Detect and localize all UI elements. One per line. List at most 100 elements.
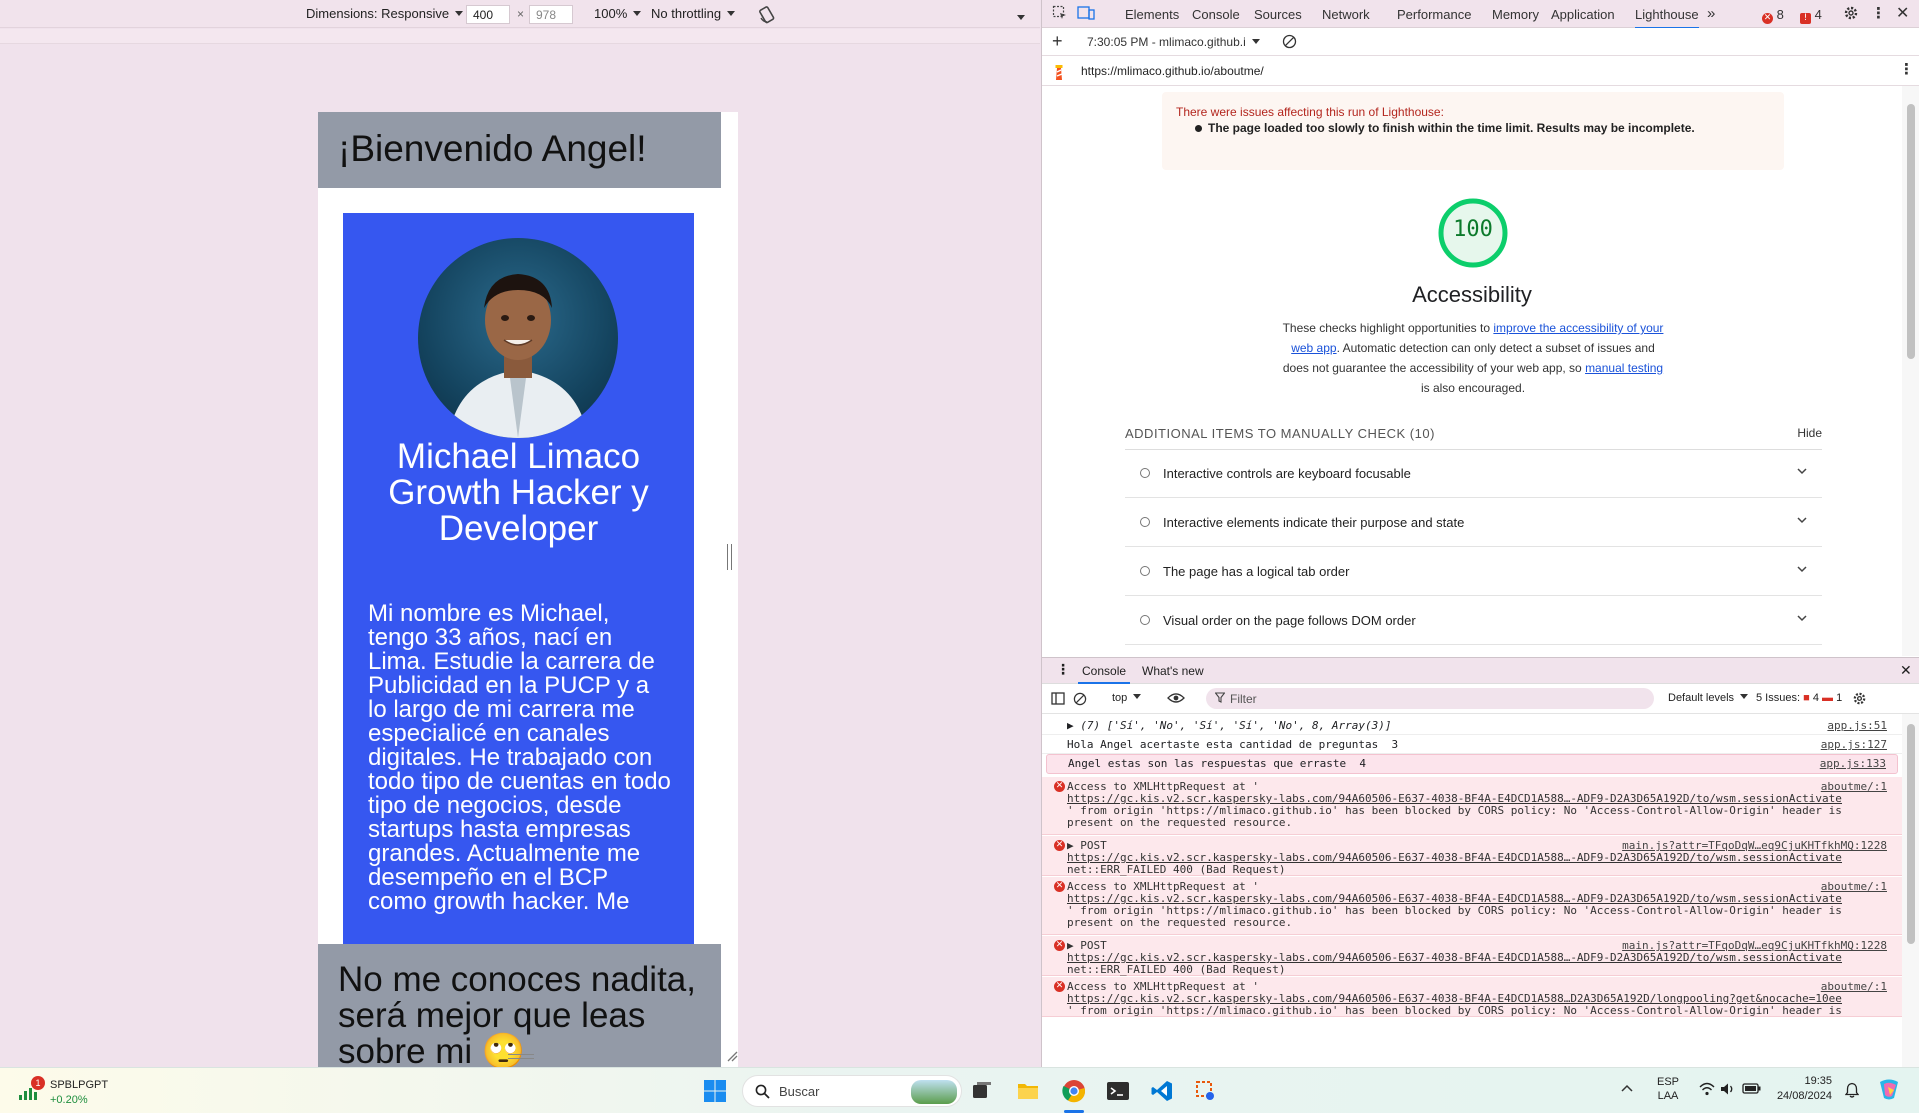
message-source-link[interactable]: app.js:127: [1821, 738, 1887, 752]
message-source-link[interactable]: aboutme/:1: [1821, 780, 1887, 794]
tab-application[interactable]: Application: [1551, 7, 1615, 22]
message-source-link[interactable]: aboutme/:1: [1821, 880, 1887, 894]
throttling-dropdown[interactable]: No throttling: [651, 6, 736, 21]
resize-handle-right[interactable]: [727, 544, 732, 570]
console-error[interactable]: ✕ Access to XMLHttpRequest at ' https://…: [1042, 877, 1902, 935]
console-scrollbar[interactable]: [1902, 714, 1919, 1068]
new-report-icon[interactable]: +: [1052, 31, 1063, 52]
console-message[interactable]: ▶ (7) ['Sí', 'No', 'Sí', 'Sí', 'No', 8, …: [1042, 717, 1902, 735]
clear-reports-icon[interactable]: [1282, 34, 1297, 49]
tab-elements[interactable]: Elements: [1125, 7, 1179, 22]
rotate-icon[interactable]: [758, 4, 778, 24]
warning-count: 4: [1814, 7, 1822, 22]
zoom-dropdown[interactable]: 100%: [594, 6, 642, 21]
message-source-link[interactable]: app.js:51: [1827, 719, 1887, 733]
battery-icon[interactable]: [1742, 1082, 1762, 1095]
error-icon: ✕: [1054, 981, 1065, 992]
tab-console[interactable]: Console: [1192, 7, 1240, 22]
console-scroll-thumb[interactable]: [1907, 724, 1915, 944]
audit-item[interactable]: Visual order on the page follows DOM ord…: [1125, 598, 1822, 645]
console-filter-input[interactable]: Filter: [1206, 688, 1654, 709]
snipping-tool-icon[interactable]: [1194, 1079, 1218, 1103]
console-message[interactable]: Hola Angel acertaste esta cantidad de pr…: [1042, 736, 1902, 754]
issues-counter[interactable]: 5 Issues: ■ 4 ▬ 1: [1756, 692, 1842, 704]
terminal-icon[interactable]: [1106, 1079, 1130, 1103]
resize-corner-icon[interactable]: [726, 1050, 738, 1062]
wifi-icon[interactable]: [1699, 1082, 1715, 1096]
report-menu-icon[interactable]: ⋮: [1899, 60, 1914, 78]
tab-network[interactable]: Network: [1322, 7, 1370, 22]
tab-sources[interactable]: Sources: [1254, 7, 1302, 22]
console-error[interactable]: ✕ Access to XMLHttpRequest at ' https://…: [1042, 977, 1902, 1017]
sidebar-toggle-icon[interactable]: [1051, 692, 1065, 705]
vscode-icon[interactable]: [1150, 1079, 1174, 1103]
audit-item[interactable]: The page has a logical tab order: [1125, 549, 1822, 596]
file-explorer-icon[interactable]: [1016, 1079, 1040, 1103]
drawer-tab-console[interactable]: Console: [1078, 664, 1131, 684]
message-source-link[interactable]: aboutme/:1: [1821, 980, 1887, 994]
message-source-link[interactable]: main.js?attr=TFqoDqW…eq9CjuKHTfkhMQ:1228: [1622, 839, 1887, 853]
console-error[interactable]: ✕ ▶ POST https://gc.kis.v2.scr.kaspersky…: [1042, 936, 1902, 976]
clear-console-icon[interactable]: [1073, 692, 1087, 706]
warning-counter[interactable]: ! 4: [1800, 7, 1822, 24]
chevron-down-icon: [1796, 563, 1808, 575]
stock-change: +0.20%: [50, 1094, 88, 1106]
toolbar-more-icon[interactable]: [1017, 10, 1025, 25]
console-drawer: ⋮ Console What's new ✕ top Filter Defaul…: [1042, 657, 1919, 1068]
notification-bell-icon[interactable]: [1845, 1082, 1859, 1098]
drawer-menu-icon[interactable]: ⋮: [1056, 661, 1070, 678]
error-icon: ✕: [1054, 881, 1065, 892]
error-line-3: ' from origin 'https://mlimaco.github.io…: [1067, 1004, 1842, 1017]
stock-name: SPBLPGPT: [50, 1079, 109, 1091]
stock-badge: 1: [31, 1076, 45, 1090]
report-scrollbar[interactable]: [1902, 86, 1919, 656]
chevron-down-icon: [1796, 612, 1808, 624]
error-counter[interactable]: ✕ 8: [1762, 7, 1784, 24]
hide-button[interactable]: Hide: [1797, 426, 1822, 440]
console-error[interactable]: ✕ ▶ POST https://gc.kis.v2.scr.kaspersky…: [1042, 836, 1902, 876]
audit-status-icon: [1140, 615, 1150, 625]
tab-memory[interactable]: Memory: [1492, 7, 1539, 22]
close-drawer-icon[interactable]: ✕: [1900, 662, 1912, 679]
device-viewport: ¡Bienvenido Angel! Michael Limaco Growth…: [0, 44, 1040, 1087]
error-icon: ✕: [1054, 781, 1065, 792]
language-indicator[interactable]: ESP LAA: [1653, 1076, 1683, 1102]
width-input[interactable]: 400: [466, 5, 510, 24]
welcome-title: ¡Bienvenido Angel!: [338, 128, 647, 169]
log-levels-select[interactable]: Default levels: [1668, 692, 1749, 704]
console-settings-icon[interactable]: [1852, 691, 1867, 706]
manual-testing-link[interactable]: manual testing: [1585, 361, 1663, 375]
report-url[interactable]: https://mlimaco.github.io/aboutme/: [1081, 64, 1264, 78]
language-secondary: LAA: [1657, 1090, 1679, 1102]
close-devtools-icon[interactable]: ✕: [1896, 3, 1909, 23]
drawer-tab-whats-new[interactable]: What's new: [1142, 664, 1204, 678]
tab-performance[interactable]: Performance: [1397, 7, 1471, 22]
audit-item[interactable]: Interactive controls are keyboard focusa…: [1125, 451, 1822, 498]
live-expression-eye-icon[interactable]: [1167, 692, 1185, 704]
device-toggle-icon[interactable]: [1077, 5, 1095, 21]
audit-item[interactable]: Interactive elements indicate their purp…: [1125, 500, 1822, 547]
report-scroll-thumb[interactable]: [1907, 104, 1915, 359]
task-view-icon[interactable]: [970, 1079, 994, 1103]
message-source-link[interactable]: app.js:133: [1820, 757, 1886, 771]
console-error[interactable]: ✕ Access to XMLHttpRequest at ' https://…: [1042, 777, 1902, 835]
more-tabs-icon[interactable]: »: [1707, 5, 1715, 22]
tab-lighthouse[interactable]: Lighthouse: [1635, 7, 1699, 29]
settings-gear-icon[interactable]: [1843, 5, 1859, 21]
inspect-element-icon[interactable]: [1052, 5, 1068, 21]
resize-handle-bottom[interactable]: [508, 1054, 534, 1059]
console-message-highlighted[interactable]: Angel estas son las respuestas que erras…: [1046, 754, 1898, 774]
chevron-up-icon[interactable]: [1620, 1082, 1634, 1096]
volume-icon[interactable]: [1720, 1082, 1736, 1096]
copilot-icon[interactable]: [1876, 1078, 1902, 1102]
clock[interactable]: 19:35 24/08/2024: [1770, 1075, 1832, 1102]
windows-start-icon[interactable]: [703, 1079, 727, 1103]
report-select[interactable]: 7:30:05 PM - mlimaco.github.i: [1087, 35, 1260, 49]
taskbar-search-box[interactable]: Buscar: [742, 1075, 962, 1107]
message-source-link[interactable]: main.js?attr=TFqoDqW…eq9CjuKHTfkhMQ:1228: [1622, 939, 1887, 953]
context-select[interactable]: top: [1112, 692, 1142, 704]
height-input[interactable]: 978: [529, 5, 573, 24]
chrome-icon[interactable]: [1062, 1079, 1086, 1103]
dimensions-dropdown[interactable]: Dimensions: Responsive: [306, 6, 464, 21]
kebab-menu-icon[interactable]: ⋮: [1871, 4, 1886, 22]
